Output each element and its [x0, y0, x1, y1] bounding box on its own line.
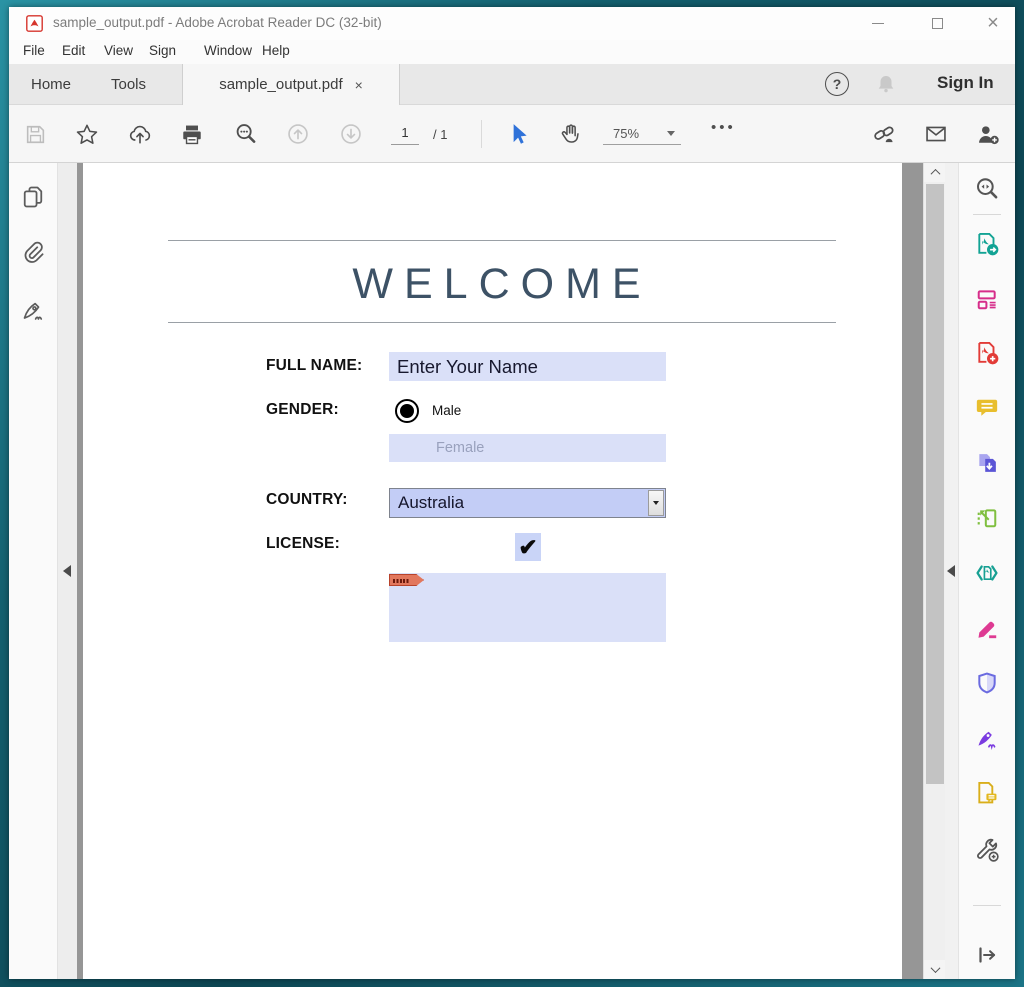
send-for-comments-icon[interactable] [974, 780, 1000, 806]
divider [168, 240, 836, 241]
previous-page-icon[interactable] [286, 122, 310, 146]
gender-male-option-label: Male [432, 403, 461, 418]
print-icon[interactable] [180, 122, 204, 146]
share-cloud-upload-icon[interactable] [128, 122, 152, 146]
chevron-down-icon [653, 501, 659, 505]
gender-female-field[interactable]: Female [389, 434, 666, 462]
menu-window[interactable]: Window [204, 43, 252, 58]
minimize-icon [872, 23, 884, 24]
country-dropdown[interactable]: Australia [389, 488, 666, 518]
vertical-scrollbar[interactable] [923, 163, 945, 979]
scrollbar-thumb[interactable] [926, 184, 944, 784]
gender-male-radio[interactable] [395, 399, 419, 423]
acrobat-pdf-icon [26, 15, 43, 32]
page-number-input[interactable]: 1 [391, 125, 419, 145]
pdf-page: WELCOME FULL NAME: Enter Your Name GENDE… [83, 163, 902, 979]
sign-in-button[interactable]: Sign In [937, 73, 994, 93]
country-selected-value: Australia [390, 489, 665, 517]
open-tools-pane-icon[interactable] [974, 942, 1000, 968]
panel-divider [973, 214, 1001, 215]
full-name-input[interactable]: Enter Your Name [389, 352, 666, 381]
minimize-button[interactable] [861, 7, 895, 40]
combine-files-icon[interactable] [974, 450, 1000, 476]
divider [168, 322, 836, 323]
toolbar-separator [481, 120, 482, 148]
page-thumbnails-icon[interactable] [20, 184, 46, 210]
create-pdf-icon[interactable] [974, 340, 1000, 366]
country-dropdown-button[interactable] [648, 490, 664, 516]
license-label: LICENSE: [266, 535, 340, 553]
right-tools-panel [958, 163, 1015, 979]
attachments-paperclip-icon[interactable] [20, 239, 46, 265]
menu-bar: File Edit View Sign Window Help [9, 40, 1015, 64]
comment-icon[interactable] [974, 395, 1000, 421]
menu-sign[interactable]: Sign [149, 43, 176, 58]
page-total-label: / 1 [433, 127, 447, 142]
compress-pdf-icon[interactable] [974, 560, 1000, 586]
export-pdf-icon[interactable] [974, 231, 1000, 257]
acrobat-window: sample_output.pdf - Adobe Acrobat Reader… [9, 7, 1015, 979]
search-icon[interactable] [234, 122, 258, 146]
add-person-icon[interactable] [976, 122, 1000, 146]
form-title: WELCOME [168, 260, 836, 309]
main-area: WELCOME FULL NAME: Enter Your Name GENDE… [9, 163, 1015, 979]
save-icon[interactable] [23, 122, 47, 146]
maximize-icon [932, 18, 943, 29]
maximize-button[interactable] [920, 7, 954, 40]
signature-textarea[interactable] [389, 573, 666, 642]
document-canvas: WELCOME FULL NAME: Enter Your Name GENDE… [77, 163, 923, 979]
right-pane-gutter [945, 163, 958, 979]
collapse-left-pane-icon[interactable] [63, 565, 71, 577]
radio-selected-dot [400, 404, 414, 418]
more-tools-icon[interactable]: ••• [711, 119, 736, 136]
help-icon[interactable]: ? [825, 72, 849, 96]
left-panel [9, 163, 57, 979]
full-name-label: FULL NAME: [266, 357, 362, 375]
scroll-up-button[interactable] [924, 163, 946, 182]
fill-sign-icon[interactable] [974, 615, 1000, 641]
menu-view[interactable]: View [104, 43, 133, 58]
tab-tools[interactable]: Tools [111, 64, 146, 105]
main-toolbar: 1 / 1 75% ••• [9, 105, 1015, 163]
left-pane-gutter [57, 163, 77, 979]
notifications-bell-icon[interactable] [875, 73, 897, 95]
collapse-right-pane-icon[interactable] [947, 565, 955, 577]
more-tools-wrench-icon[interactable] [974, 837, 1000, 863]
menu-help[interactable]: Help [262, 43, 290, 58]
country-label: COUNTRY: [266, 491, 348, 509]
chevron-down-icon [930, 963, 940, 973]
next-page-icon[interactable] [339, 122, 363, 146]
chevron-up-icon [930, 169, 940, 179]
share-link-icon[interactable] [872, 122, 896, 146]
menu-edit[interactable]: Edit [62, 43, 85, 58]
sign-here-tag-text [393, 579, 410, 583]
search-tools-icon[interactable] [974, 176, 1000, 202]
email-icon[interactable] [924, 122, 948, 146]
chevron-down-icon [667, 131, 675, 136]
hand-tool-icon[interactable] [558, 122, 582, 146]
protect-shield-icon[interactable] [974, 670, 1000, 696]
zoom-level-dropdown[interactable]: 75% [603, 123, 681, 145]
favorite-star-icon[interactable] [75, 122, 99, 146]
gender-label: GENDER: [266, 401, 339, 419]
license-checkbox[interactable]: ✔ [515, 533, 541, 561]
scroll-down-button[interactable] [924, 960, 946, 979]
request-esign-icon[interactable] [974, 725, 1000, 751]
organize-pages-icon[interactable] [974, 286, 1000, 312]
window-title: sample_output.pdf - Adobe Acrobat Reader… [53, 15, 382, 30]
tab-home[interactable]: Home [31, 64, 71, 105]
tab-bar: Home Tools sample_output.pdf × ? Sign In [9, 64, 1015, 105]
signatures-pen-icon[interactable] [20, 297, 46, 323]
close-button[interactable]: × [976, 7, 1010, 40]
tab-close-icon[interactable]: × [355, 77, 363, 93]
zoom-level-value: 75% [613, 126, 639, 141]
scan-ocr-icon[interactable] [974, 505, 1000, 531]
title-bar: sample_output.pdf - Adobe Acrobat Reader… [9, 7, 1015, 40]
tab-document[interactable]: sample_output.pdf × [182, 64, 400, 105]
menu-file[interactable]: File [23, 43, 45, 58]
tab-document-label: sample_output.pdf [219, 76, 342, 93]
select-tool-icon[interactable] [506, 122, 530, 146]
panel-divider [973, 905, 1001, 906]
